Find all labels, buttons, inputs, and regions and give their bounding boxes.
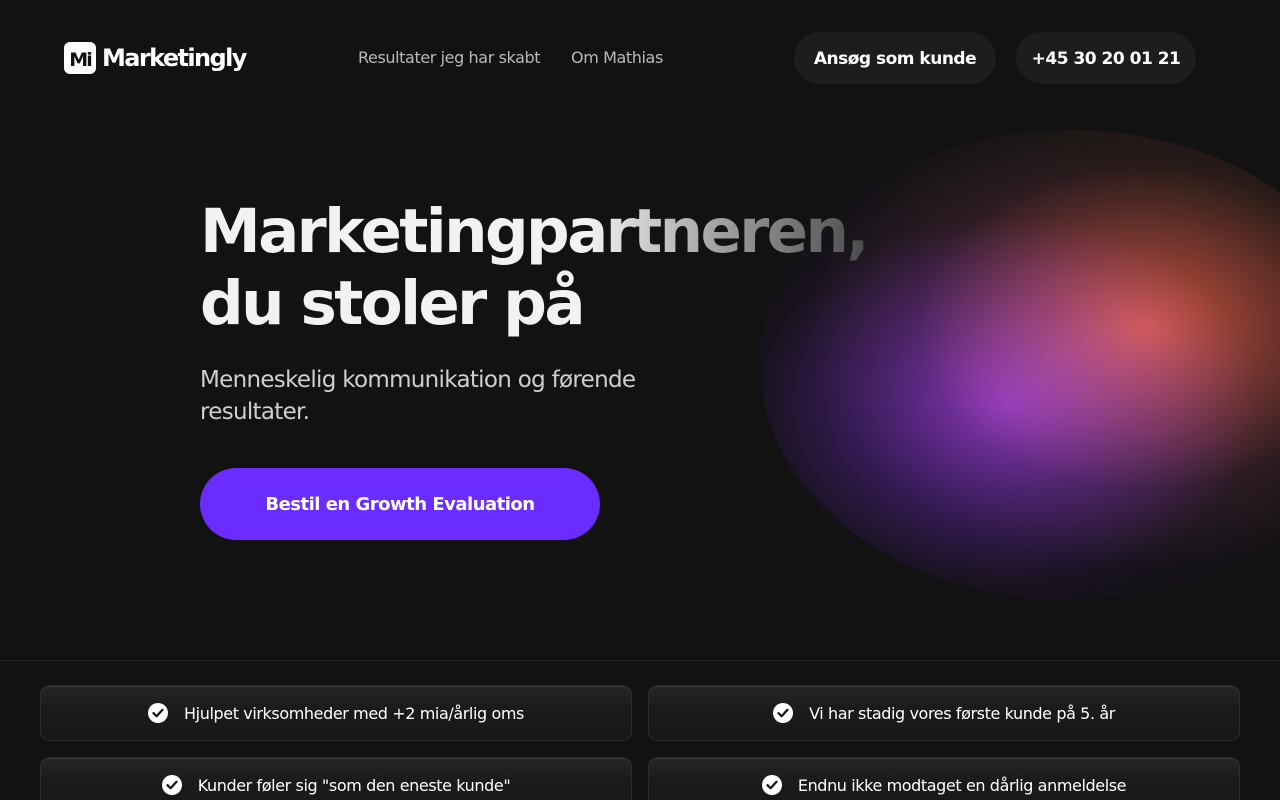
hero-subtitle: Menneskelig kommunikation og førende res…	[200, 367, 636, 425]
hero-title: Marketingpartneren, du stoler på	[200, 196, 870, 340]
logo-mark-icon: Mi	[64, 41, 96, 74]
growth-evaluation-button[interactable]: Bestil en Growth Evaluation	[200, 468, 600, 540]
logo-link[interactable]: Mi Marketingly	[64, 41, 247, 74]
hero-title-line-1: Marketingpartneren,	[200, 196, 870, 267]
feature-text: Kunder føler sig "som den eneste kunde"	[197, 775, 511, 795]
nav-link-about[interactable]: Om Mathias	[571, 48, 663, 68]
feature-text: Hjulpet virksomheder med +2 mia/årlig om…	[184, 703, 524, 723]
site-header: Mi Marketingly Resultater jeg har skabt …	[0, 0, 1280, 116]
check-circle-icon	[773, 703, 794, 723]
feature-card: Vi har stadig vores første kunde på 5. å…	[648, 685, 1240, 741]
page: Mi Marketingly Resultater jeg har skabt …	[0, 0, 1280, 800]
section-divider	[0, 660, 1280, 661]
logo-text: Marketingly	[102, 43, 247, 72]
hero-title-line-2: du stoler på	[200, 268, 586, 339]
feature-text: Vi har stadig vores første kunde på 5. å…	[809, 703, 1115, 723]
phone-button[interactable]: +45 30 20 01 21	[1016, 32, 1196, 84]
feature-card: Endnu ikke modtaget en dårlig anmeldelse	[648, 757, 1240, 800]
check-circle-icon	[161, 775, 182, 795]
logo-mark-text: Mi	[69, 48, 92, 71]
feature-card: Hjulpet virksomheder med +2 mia/årlig om…	[40, 685, 632, 741]
check-circle-icon	[761, 775, 782, 795]
feature-card: Kunder føler sig "som den eneste kunde"	[40, 757, 632, 800]
feature-text: Endnu ikke modtaget en dårlig anmeldelse	[797, 775, 1127, 795]
apply-button[interactable]: Ansøg som kunde	[794, 32, 996, 84]
nav-link-results[interactable]: Resultater jeg har skabt	[358, 48, 541, 68]
check-circle-icon	[148, 703, 169, 723]
